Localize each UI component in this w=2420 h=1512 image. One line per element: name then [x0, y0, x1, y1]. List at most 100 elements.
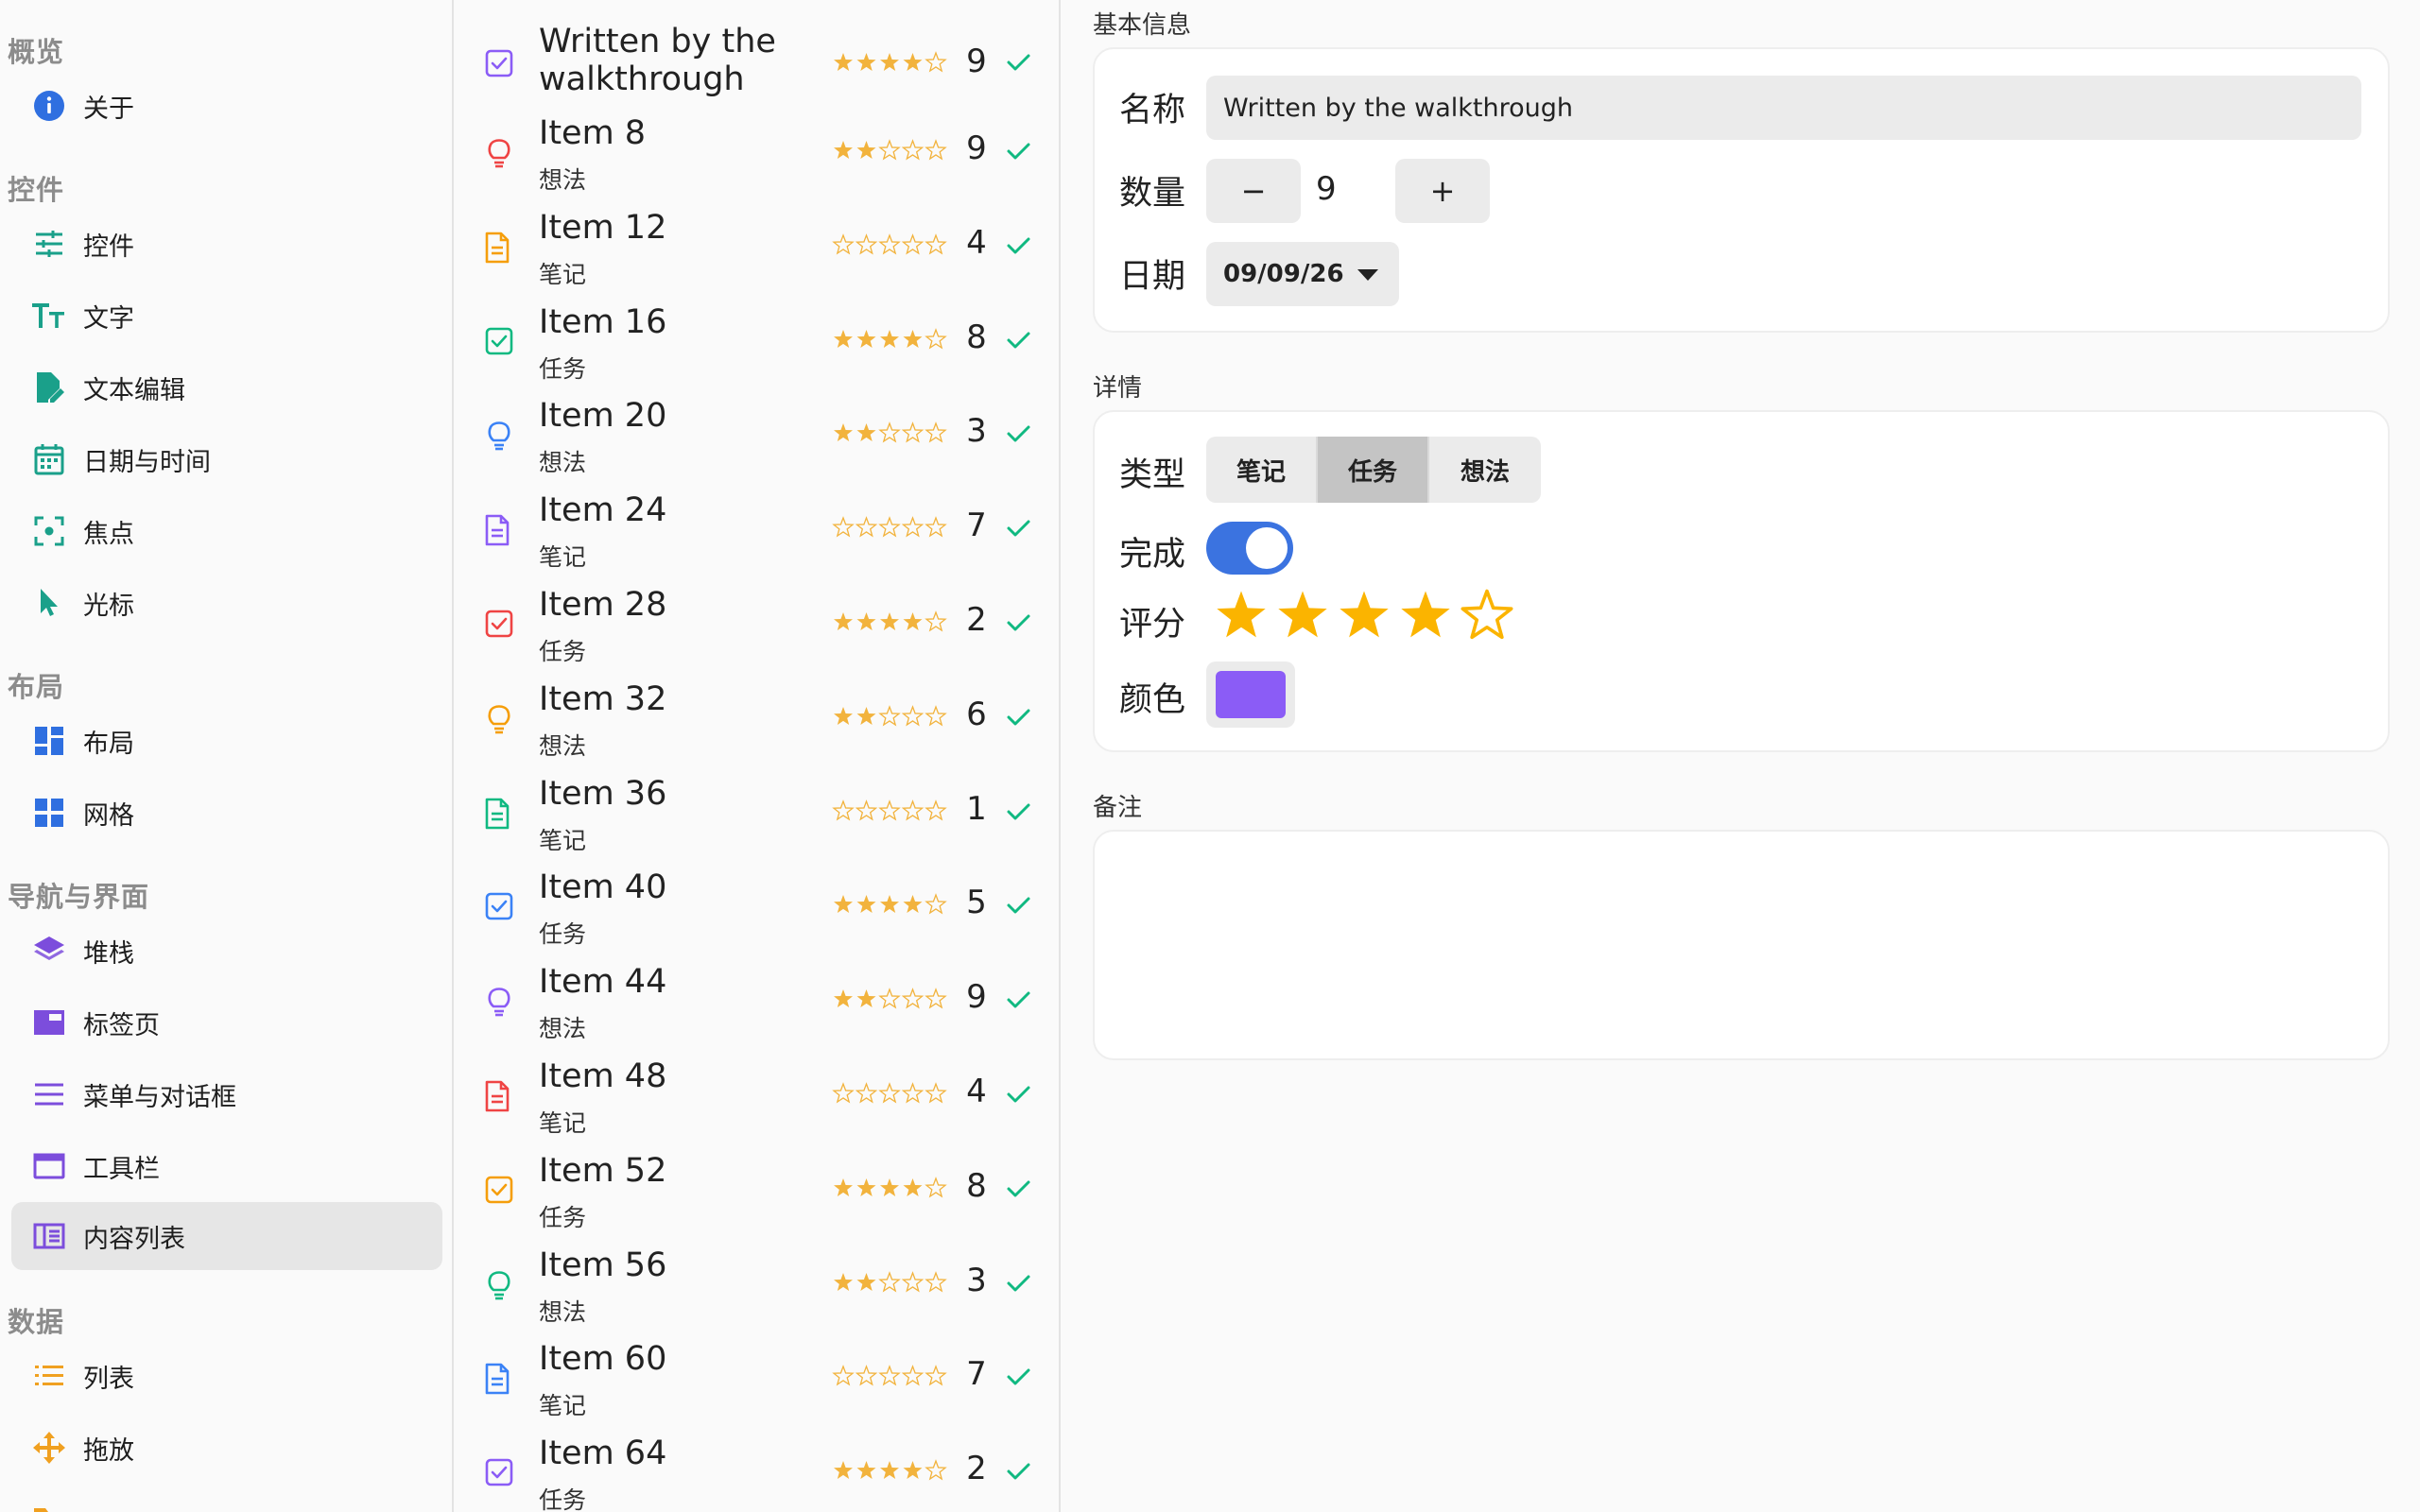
- star-filled-icon: [834, 706, 853, 725]
- sidebar-item-label: 标签页: [83, 1010, 160, 1040]
- list-item[interactable]: Item 12 笔记 4: [456, 196, 1059, 290]
- item-title: Item 24: [539, 491, 667, 530]
- sidebar-item-list[interactable]: 列表: [11, 1342, 442, 1410]
- check-icon: [1004, 703, 1036, 735]
- star-empty-icon: [832, 799, 855, 821]
- sidebar-item-text[interactable]: 文字: [11, 282, 442, 350]
- sidebar: 概览 关于 控件 控件 文字 文本编辑 日期与时间 焦点 光标 布局 布局 网格…: [0, 0, 454, 1512]
- star-empty-icon: [925, 799, 947, 821]
- item-title: Item 12: [539, 208, 667, 247]
- list-item[interactable]: Item 40 任务 5: [456, 855, 1059, 950]
- star-filled-icon[interactable]: [1275, 588, 1330, 643]
- star-filled-icon: [856, 1272, 876, 1291]
- item-title: Item 48: [539, 1057, 667, 1095]
- star-empty-icon: [878, 1082, 901, 1104]
- check-icon: [1004, 232, 1036, 264]
- check-icon: [1004, 891, 1036, 923]
- list-item[interactable]: Item 64 任务 2: [456, 1421, 1059, 1512]
- check-icon: [1004, 326, 1036, 358]
- star-empty-icon: [855, 799, 878, 821]
- star-empty-icon: [878, 988, 901, 1009]
- chevron-down-icon: [1357, 269, 1378, 281]
- star-filled-icon[interactable]: [1337, 588, 1392, 643]
- list-item[interactable]: Item 56 想法 3: [456, 1233, 1059, 1328]
- check-icon: [1004, 609, 1036, 641]
- sidebar-item-focus[interactable]: 焦点: [11, 497, 442, 565]
- star-filled-icon: [903, 1461, 923, 1480]
- sidebar-item-controls[interactable]: 控件: [11, 210, 442, 278]
- item-rating: [834, 893, 947, 915]
- task-icon: [484, 1175, 514, 1205]
- sidebar-item-layout[interactable]: 布局: [11, 707, 442, 775]
- sidebar-item-label: 文字: [83, 303, 134, 334]
- item-title: Item 32: [539, 679, 667, 718]
- list-item[interactable]: Item 8 想法 9: [456, 101, 1059, 196]
- list-item[interactable]: Item 32 想法 6: [456, 667, 1059, 762]
- increment-button[interactable]: +: [1395, 159, 1490, 223]
- type-option[interactable]: 想法: [1429, 437, 1541, 503]
- quantity-label: 数量: [1119, 175, 1186, 213]
- menu-icon: [32, 1077, 66, 1111]
- sidebar-item-text-edit[interactable]: 文本编辑: [11, 353, 442, 421]
- item-title: Item 60: [539, 1340, 667, 1379]
- item-count: 9: [966, 978, 987, 1017]
- list-item[interactable]: Item 60 笔记 7: [456, 1327, 1059, 1421]
- sidebar-item-date-time[interactable]: 日期与时间: [11, 425, 442, 493]
- star-filled-icon: [834, 141, 853, 159]
- info-icon: [32, 89, 66, 123]
- star-filled-icon: [834, 329, 853, 348]
- type-option[interactable]: 笔记: [1206, 437, 1318, 503]
- item-rating: [834, 1459, 947, 1481]
- item-type: 笔记: [539, 260, 587, 288]
- star-filled-icon: [856, 141, 876, 159]
- item-rating: [832, 1082, 947, 1104]
- sliders-icon: [32, 227, 66, 261]
- color-swatch: [1216, 671, 1286, 718]
- done-toggle[interactable]: [1206, 522, 1293, 575]
- list-item[interactable]: Item 52 任务 8: [456, 1139, 1059, 1233]
- list-item[interactable]: Item 16 任务 8: [456, 290, 1059, 385]
- sidebar-item-tabs[interactable]: 标签页: [11, 988, 442, 1057]
- item-count: 7: [966, 507, 987, 545]
- sidebar-item-toolbar[interactable]: 工具栏: [11, 1132, 442, 1200]
- list-item[interactable]: Item 28 任务 2: [456, 573, 1059, 667]
- item-rating: [834, 421, 947, 443]
- sidebar-item-folder[interactable]: [11, 1486, 442, 1512]
- notes-card[interactable]: [1093, 830, 2390, 1060]
- list-item[interactable]: Item 20 想法 3: [456, 384, 1059, 478]
- sidebar-item-menus[interactable]: 菜单与对话框: [11, 1060, 442, 1128]
- item-count: 3: [966, 412, 987, 451]
- sidebar-item-drag-drop[interactable]: 拖放: [11, 1414, 442, 1482]
- type-option[interactable]: 任务: [1318, 437, 1429, 503]
- star-empty-icon: [925, 139, 947, 161]
- list-item[interactable]: Item 36 笔记 1: [456, 762, 1059, 856]
- type-segmented-control: 笔记 任务 想法: [1206, 437, 1541, 503]
- list-item[interactable]: Item 24 笔记 7: [456, 478, 1059, 573]
- idea-icon: [484, 420, 514, 451]
- star-filled-icon[interactable]: [1398, 588, 1453, 643]
- name-field[interactable]: [1206, 76, 2361, 140]
- date-picker-button[interactable]: 09/09/26: [1206, 242, 1399, 306]
- check-icon: [1004, 986, 1036, 1018]
- color-picker-button[interactable]: [1206, 662, 1295, 728]
- sidebar-item-content-list[interactable]: 内容列表: [11, 1202, 442, 1270]
- item-type: 笔记: [539, 826, 587, 854]
- color-label: 颜色: [1119, 681, 1186, 719]
- list-item[interactable]: Item 44 想法 9: [456, 950, 1059, 1044]
- sidebar-item-about[interactable]: 关于: [11, 72, 442, 140]
- star-empty-icon[interactable]: [1460, 588, 1514, 643]
- item-title: Item 36: [539, 774, 667, 813]
- list-item[interactable]: Written by the walkthrough 9: [456, 8, 1059, 102]
- task-icon: [484, 1457, 514, 1487]
- note-icon: [484, 798, 514, 829]
- check-icon: [1004, 48, 1036, 80]
- note-icon: [484, 1080, 514, 1112]
- star-filled-icon[interactable]: [1214, 588, 1269, 643]
- decrement-button[interactable]: −: [1206, 159, 1301, 223]
- star-empty-icon: [925, 1270, 947, 1293]
- sidebar-item-cursor[interactable]: 光标: [11, 569, 442, 637]
- sidebar-item-grid[interactable]: 网格: [11, 779, 442, 847]
- star-empty-icon: [855, 232, 878, 255]
- list-item[interactable]: Item 48 笔记 4: [456, 1044, 1059, 1139]
- sidebar-item-stack[interactable]: 堆栈: [11, 917, 442, 985]
